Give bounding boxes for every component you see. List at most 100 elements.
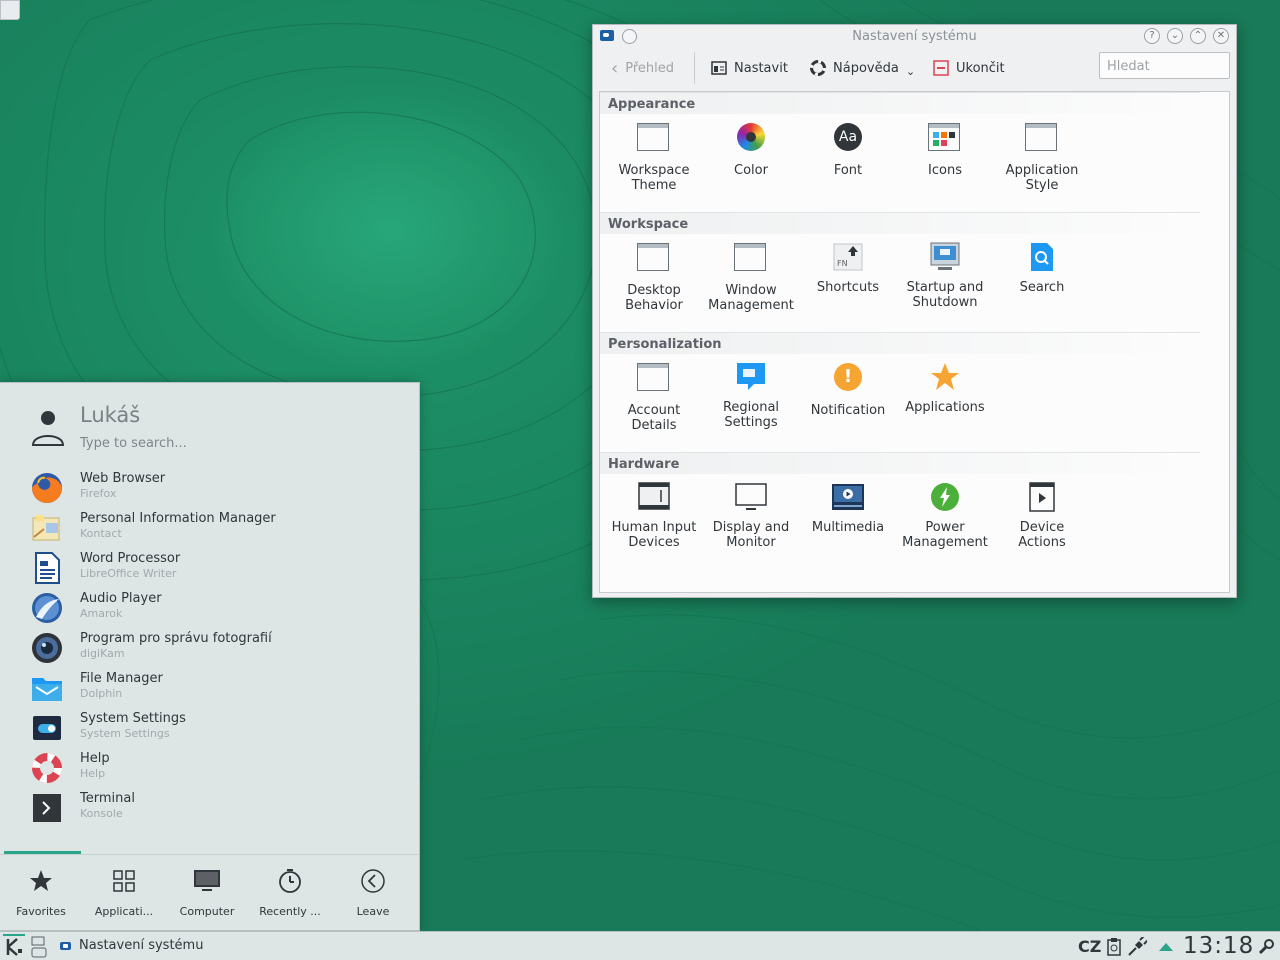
favorite-name: Help — [80, 751, 110, 766]
favorite-help[interactable]: Help Help — [30, 749, 400, 789]
network-cable-icon[interactable] — [1127, 935, 1149, 957]
favorite-personal-information-manager[interactable]: Personal Information Manager Kontact — [30, 509, 400, 549]
item-label: Color — [734, 163, 768, 178]
chevron-down-icon: ⌄ — [905, 64, 916, 78]
item-label: Startup and Shutdown — [906, 280, 984, 310]
quit-icon — [933, 60, 949, 76]
favorite-app: Firefox — [80, 487, 117, 500]
item-device-actions[interactable]: Device Actions — [994, 480, 1090, 550]
terminal-icon — [30, 791, 64, 825]
favorite-app: Amarok — [80, 607, 123, 620]
settings-search-input[interactable]: Hledat — [1099, 52, 1230, 79]
window-titlebar[interactable]: Nastavení systému ? ⌄ ⌃ ✕ — [593, 25, 1236, 48]
minimize-button[interactable]: ⌄ — [1167, 28, 1183, 44]
item-label: Applications — [905, 400, 985, 415]
section-appearance: Appearance Workspace Theme Color Aa Font — [600, 92, 1200, 212]
item-label: Search — [1019, 280, 1065, 295]
tab-applications[interactable]: Applicati... — [83, 863, 165, 918]
amarok-icon — [30, 591, 64, 625]
favorite-name: Audio Player — [80, 591, 162, 606]
grid-icon — [110, 867, 138, 895]
favorite-name: Terminal — [80, 791, 135, 806]
item-application-style[interactable]: Application Style — [994, 120, 1090, 193]
configure-button[interactable]: Nastavit — [711, 56, 788, 80]
favorite-name: Word Processor — [80, 551, 181, 566]
tab-label: Leave — [356, 905, 390, 918]
item-display-monitor[interactable]: Display and Monitor — [703, 480, 799, 550]
favorite-name: Personal Information Manager — [80, 511, 276, 526]
user-avatar-icon[interactable] — [30, 407, 66, 447]
maximize-button[interactable]: ⌃ — [1190, 28, 1206, 44]
window-title: Nastavení systému — [852, 29, 977, 44]
favorite-app: digiKam — [80, 647, 125, 660]
taskbar: Nastavení systému CZ 13:18 — [0, 931, 1280, 960]
keyboard-layout-indicator[interactable]: CZ — [1078, 937, 1101, 956]
item-power-management[interactable]: Power Management — [897, 480, 993, 550]
favorite-name: File Manager — [80, 671, 163, 686]
favorite-word-processor[interactable]: Word Processor LibreOffice Writer — [30, 549, 400, 589]
item-shortcuts[interactable]: FN Shortcuts — [800, 240, 896, 295]
monitor-icon — [734, 480, 768, 514]
favorite-system-settings[interactable]: System Settings System Settings — [30, 709, 400, 749]
quit-label: Ukončit — [956, 60, 1005, 76]
tab-recently-used[interactable]: Recently ... — [249, 863, 331, 918]
system-settings-window: Nastavení systému ? ⌄ ⌃ ✕ ‹ Přehled Nast… — [592, 24, 1237, 598]
item-regional-settings[interactable]: Regional Settings — [703, 360, 799, 430]
tabs-separator — [0, 854, 420, 855]
item-label: Font — [833, 163, 863, 178]
favorite-web-browser[interactable]: Web Browser Firefox — [30, 469, 400, 509]
back-overview-button[interactable]: ‹ Přehled — [611, 56, 674, 80]
item-workspace-theme[interactable]: Workspace Theme — [606, 120, 702, 193]
item-human-input-devices[interactable]: Human Input Devices — [606, 480, 702, 550]
clock-icon — [276, 867, 304, 895]
item-label: Device Actions — [1018, 520, 1066, 550]
item-notification[interactable]: ! Notification — [800, 360, 896, 418]
tab-leave[interactable]: Leave — [332, 863, 414, 918]
input-devices-icon — [637, 480, 671, 514]
pager-icon[interactable] — [31, 936, 47, 958]
item-startup-shutdown[interactable]: Startup and Shutdown — [897, 240, 993, 310]
launcher-search-input[interactable]: Type to search... — [80, 436, 187, 451]
item-label: Workspace Theme — [618, 163, 690, 193]
application-launcher-button[interactable] — [3, 934, 25, 958]
favorite-file-manager[interactable]: File Manager Dolphin — [30, 669, 400, 709]
section-personalization: Personalization Account Details Regional… — [600, 332, 1200, 452]
item-label: Regional Settings — [722, 400, 780, 430]
item-label: Notification — [810, 403, 886, 418]
configure-icon — [711, 60, 727, 76]
item-label: Icons — [928, 163, 962, 178]
favorite-audio-player[interactable]: Audio Player Amarok — [30, 589, 400, 629]
item-desktop-behavior[interactable]: Desktop Behavior — [606, 240, 702, 313]
star-icon — [27, 867, 55, 895]
favorite-photo-manager[interactable]: Program pro správu fotografií digiKam — [30, 629, 400, 669]
item-account-details[interactable]: Account Details — [606, 360, 702, 433]
item-color[interactable]: Color — [703, 120, 799, 178]
help-question-button[interactable]: ? — [1144, 28, 1160, 44]
digital-clock[interactable]: 13:18 — [1183, 933, 1254, 959]
item-applications[interactable]: Applications — [897, 360, 993, 415]
panel-settings-wrench-icon[interactable] — [1257, 938, 1275, 956]
section-workspace: Workspace Desktop Behavior Window Manage… — [600, 212, 1200, 332]
exclamation-icon: ! — [831, 363, 865, 397]
expand-tray-arrow-icon[interactable] — [1158, 941, 1174, 953]
desktop-toolbox[interactable] — [0, 0, 20, 20]
item-icons[interactable]: Icons — [897, 120, 993, 178]
close-button[interactable]: ✕ — [1213, 28, 1229, 44]
task-system-settings[interactable]: Nastavení systému — [60, 938, 203, 953]
item-font[interactable]: Aa Font — [800, 120, 896, 178]
item-multimedia[interactable]: Multimedia — [800, 480, 896, 535]
help-menu-button[interactable]: Nápověda ⌄ — [810, 56, 915, 80]
favorite-app: Help — [80, 767, 106, 780]
kontact-icon — [30, 511, 64, 545]
favorite-app: Dolphin — [80, 687, 123, 700]
quit-button[interactable]: Ukončit — [933, 56, 1005, 80]
section-header: Hardware — [600, 452, 1200, 474]
favorite-app: Kontact — [80, 527, 122, 540]
item-search[interactable]: Search — [994, 240, 1090, 295]
window-icon — [637, 243, 671, 277]
clipboard-icon[interactable] — [1107, 938, 1121, 956]
favorite-terminal[interactable]: Terminal Konsole — [30, 789, 400, 829]
item-window-management[interactable]: Window Management — [703, 240, 799, 313]
tab-computer[interactable]: Computer — [166, 863, 248, 918]
tab-favorites[interactable]: Favorites — [0, 863, 82, 918]
